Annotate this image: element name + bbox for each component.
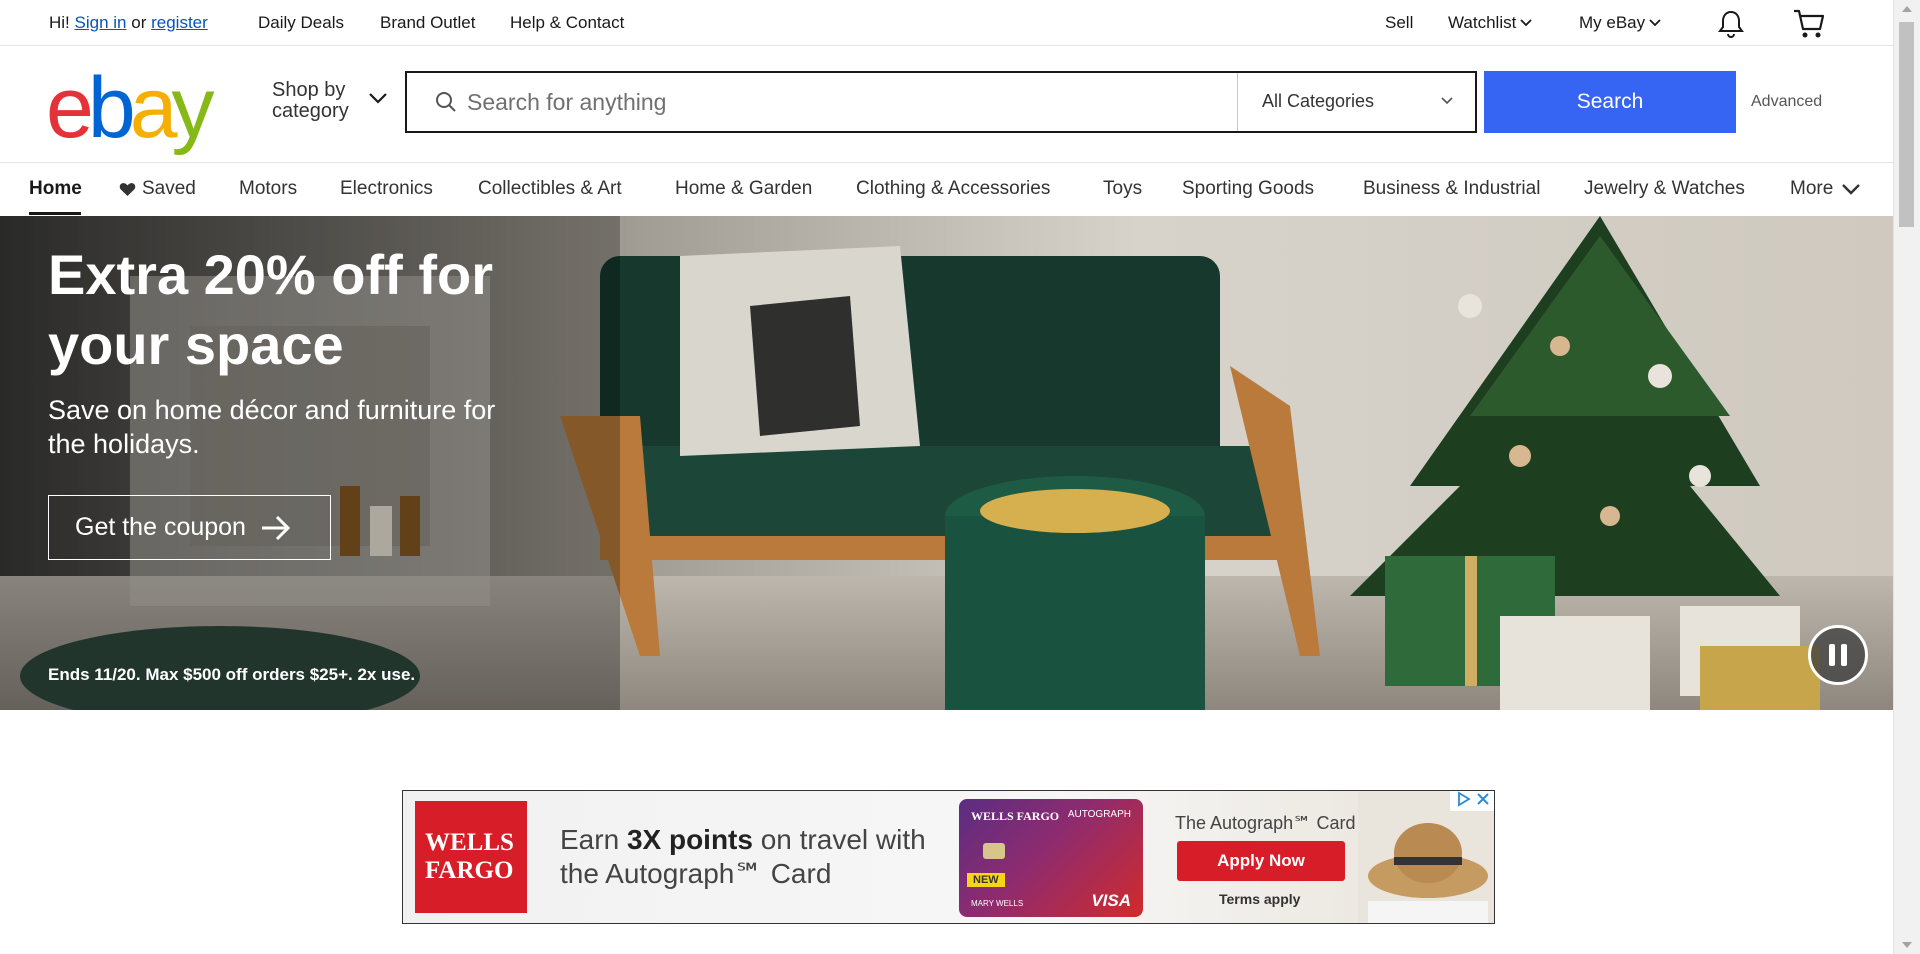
adchoices-icon[interactable] [1455, 791, 1471, 807]
bell-icon[interactable] [1717, 9, 1745, 39]
card-chip [983, 843, 1005, 859]
credit-card-image: WELLS FARGO AUTOGRAPH NEW MARY WELLS VIS… [959, 799, 1143, 917]
daily-deals-link[interactable]: Daily Deals [258, 13, 344, 33]
my-ebay-label: My eBay [1579, 13, 1646, 32]
card-product: AUTOGRAPH [1067, 809, 1131, 820]
category-select-value: All Categories [1262, 91, 1375, 111]
wells-fargo-ad[interactable]: WELLS FARGO Earn 3X points on travel wit… [402, 790, 1495, 924]
card-brand: WELLS FARGO [971, 809, 1060, 823]
watchlist-label: Watchlist [1448, 13, 1517, 32]
scroll-up-arrow[interactable] [1902, 6, 1912, 12]
ebay-logo[interactable]: ebay [46, 60, 215, 156]
nav-collectibles-art[interactable]: Collectibles & Art [478, 178, 622, 200]
header: ebay Shop by category All Categories Sea… [0, 47, 1893, 163]
nav-clothing-accessories[interactable]: Clothing & Accessories [856, 178, 1050, 200]
nav-motors[interactable]: Motors [239, 178, 297, 200]
category-select[interactable]: All Categories [1237, 73, 1475, 131]
search-input[interactable] [467, 83, 1207, 121]
sell-link[interactable]: Sell [1385, 13, 1413, 33]
nav-more-label: More [1790, 178, 1834, 199]
greeting: Hi! Sign in or register [49, 13, 208, 33]
close-icon[interactable] [1475, 791, 1491, 807]
brand-outlet-link[interactable]: Brand Outlet [380, 13, 475, 33]
logo-letter: y [171, 60, 215, 156]
search-icon [436, 92, 456, 112]
top-bar: Hi! Sign in or register Daily Deals Bran… [0, 0, 1893, 46]
chevron-down-icon [1842, 184, 1861, 195]
logo-letter: e [46, 60, 94, 156]
nav-toys[interactable]: Toys [1103, 178, 1142, 200]
or-text: or [131, 13, 147, 32]
hero-fine-print: Ends 11/20. Max $500 off orders $25+. 2x… [48, 665, 416, 684]
help-contact-link[interactable]: Help & Contact [510, 13, 624, 33]
nav-business-industrial[interactable]: Business & Industrial [1363, 178, 1540, 200]
sign-in-link[interactable]: Sign in [75, 13, 127, 33]
chevron-down-icon [1649, 19, 1661, 27]
scroll-down-arrow[interactable] [1902, 942, 1912, 948]
card-new-badge: NEW [967, 873, 1005, 887]
hero-headline: Extra 20% off for your space [48, 243, 493, 376]
search-bar: All Categories [405, 71, 1477, 133]
get-coupon-button[interactable]: Get the coupon [48, 495, 331, 560]
ad-earn-bold: 3X points [626, 824, 753, 855]
logo-letter: a [129, 60, 178, 156]
register-link[interactable]: register [151, 13, 208, 33]
get-coupon-label: Get the coupon [75, 513, 246, 541]
ad-card-title: The Autograph℠ Card [1175, 813, 1356, 833]
nav-home[interactable]: Home [29, 178, 82, 200]
card-holder-name: MARY WELLS [971, 899, 1024, 908]
card-network: VISA [1091, 891, 1131, 910]
nav-more[interactable]: More [1790, 178, 1861, 200]
hero-subhead: Save on home décor and furniture for the… [48, 395, 496, 459]
page-scrollbar[interactable] [1893, 0, 1920, 954]
chevron-down-icon [1441, 97, 1453, 105]
terms-apply-link[interactable]: Terms apply [1219, 891, 1300, 907]
ad-headline: Earn 3X points on travel with the Autogr… [560, 823, 926, 891]
ad-earn-pre: Earn [560, 824, 627, 855]
shop-by-category-button[interactable]: Shop by category [272, 80, 349, 122]
ad-headline-line2: the Autograph℠ Card [560, 858, 832, 889]
search-button[interactable]: Search [1484, 71, 1736, 133]
ad-choices[interactable] [1450, 791, 1494, 811]
nav-saved[interactable]: Saved [119, 178, 196, 200]
heart-icon [119, 182, 136, 196]
nav-electronics[interactable]: Electronics [340, 178, 433, 200]
pause-carousel-button[interactable] [1808, 625, 1868, 685]
hero-banner[interactable]: Extra 20% off for your space Save on hom… [0, 216, 1893, 710]
advanced-search-link[interactable]: Advanced [1751, 93, 1822, 111]
scroll-thumb[interactable] [1899, 22, 1914, 227]
shop-by-label: Shop by [272, 79, 346, 101]
wf-line2: FARGO [425, 857, 514, 884]
cart-icon[interactable] [1792, 8, 1826, 40]
nav-home-garden[interactable]: Home & Garden [675, 178, 812, 200]
nav-sporting-goods[interactable]: Sporting Goods [1182, 178, 1314, 200]
ad-headline-line1: Earn 3X points on travel with [560, 823, 926, 857]
chevron-down-icon [1520, 19, 1532, 27]
logo-letter: b [87, 60, 136, 156]
apply-now-button[interactable]: Apply Now [1177, 841, 1345, 881]
wells-fargo-logo: WELLS FARGO [415, 801, 527, 913]
wf-line1: WELLS [425, 829, 514, 856]
category-nav: Home Saved Motors Electronics Collectibl… [0, 164, 1893, 216]
my-ebay-menu[interactable]: My eBay [1579, 13, 1661, 33]
category-label: category [272, 100, 349, 122]
watchlist-menu[interactable]: Watchlist [1448, 13, 1532, 33]
greeting-text: Hi! [49, 13, 70, 32]
active-tab-indicator [29, 212, 81, 215]
sell-label: Sell [1385, 13, 1414, 32]
ad-earn-post: on travel with [752, 824, 926, 855]
nav-jewelry-watches[interactable]: Jewelry & Watches [1584, 178, 1745, 200]
nav-saved-label: Saved [142, 178, 196, 199]
arrow-right-icon [261, 515, 291, 540]
chevron-down-icon[interactable] [368, 92, 388, 104]
